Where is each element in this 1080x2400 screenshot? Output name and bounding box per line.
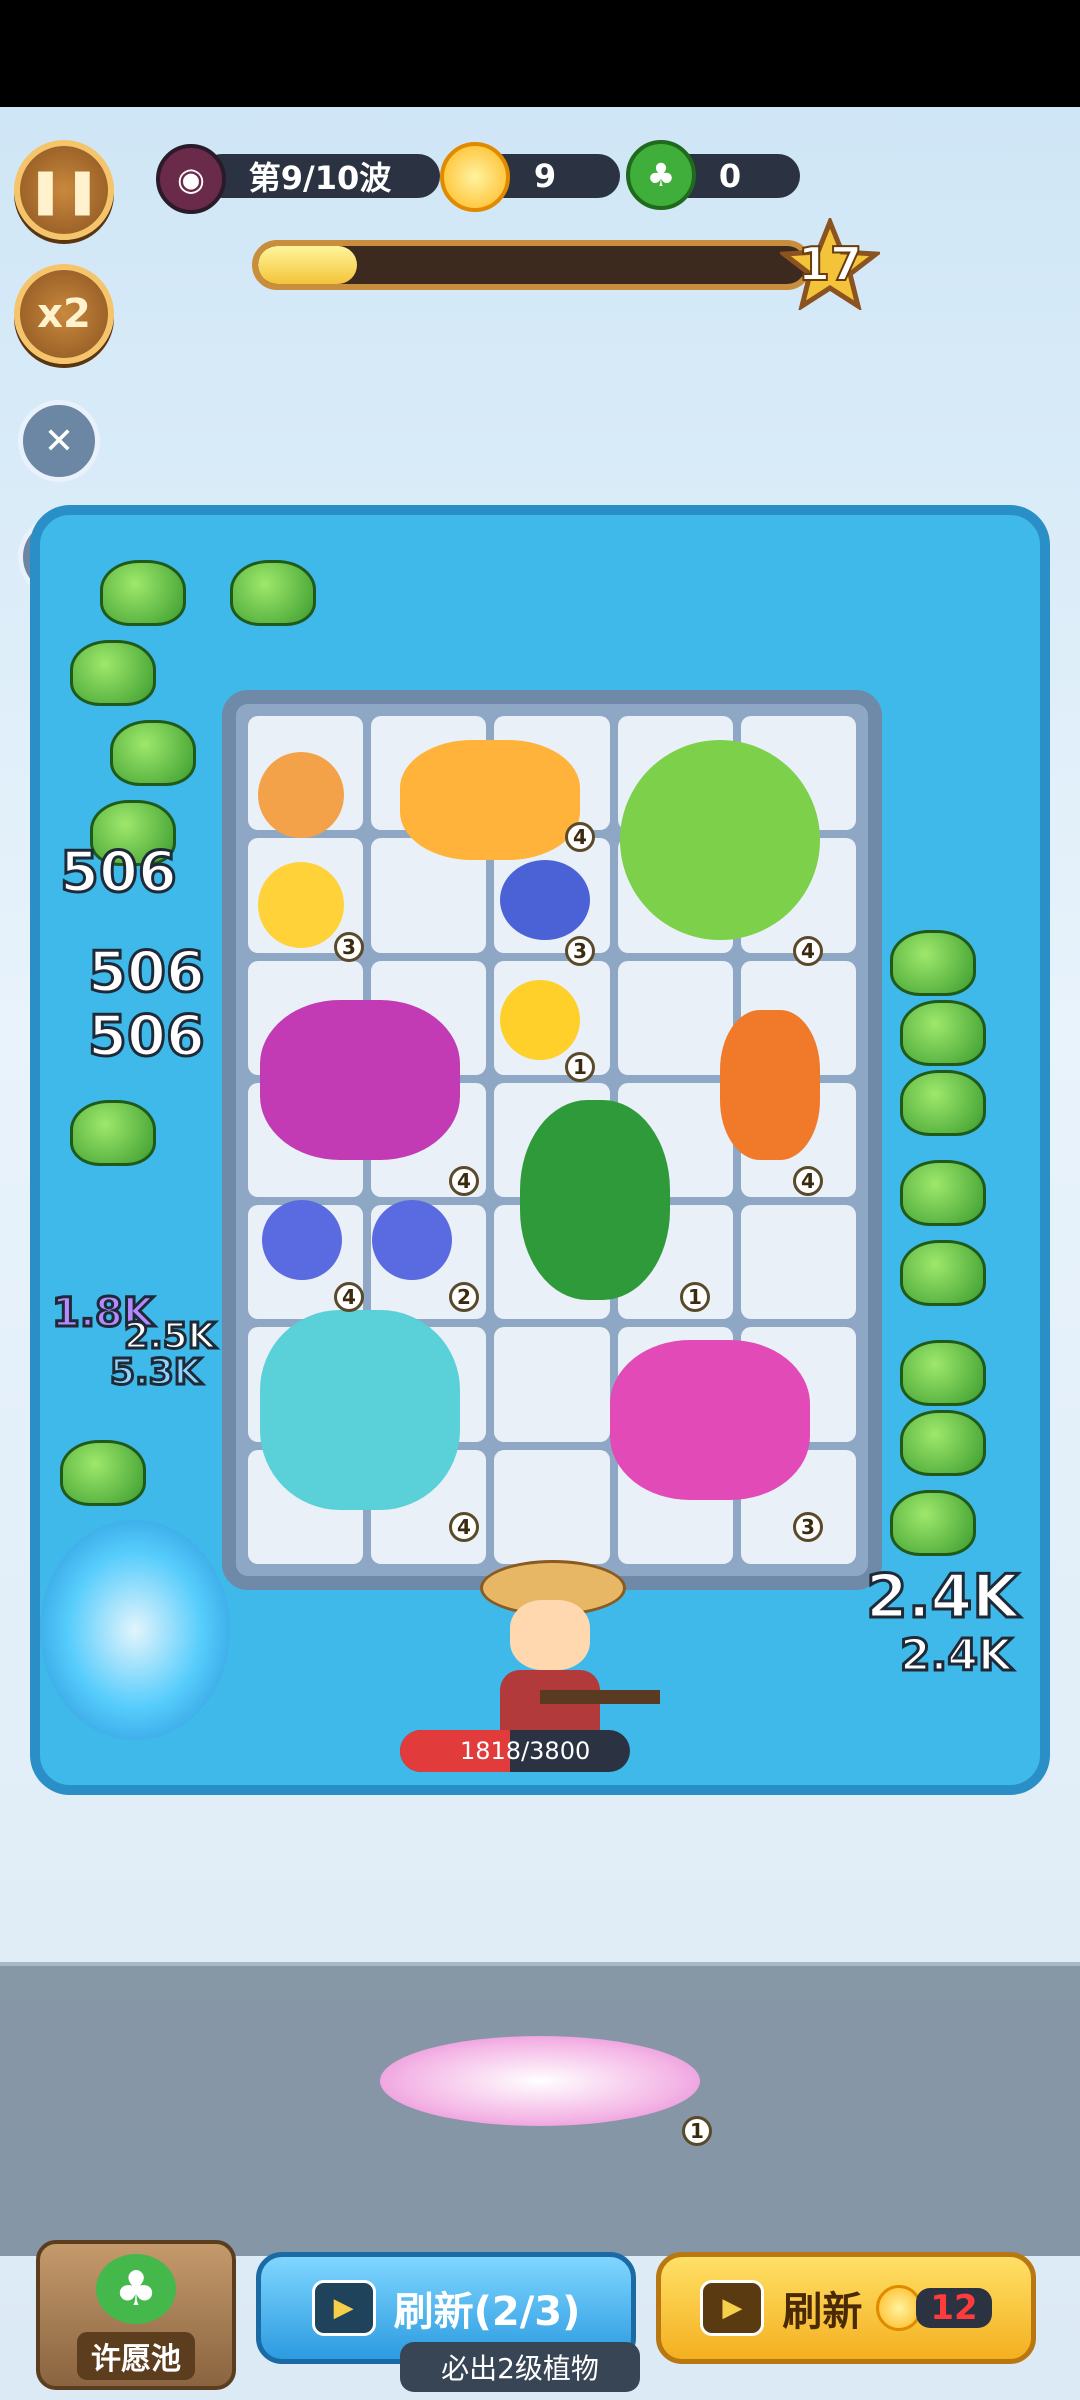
unit-level-badge: 3 (334, 932, 364, 962)
damage-number: 2.4K (898, 1629, 1013, 1683)
game-screen: ❚❚ x2 ✕ ▮▮▮ 第9/10波 ◉ 9 0 ♣ 17 (0, 0, 1080, 2400)
wave-progress-bar (252, 240, 812, 290)
unit-level-badge: 4 (449, 1166, 479, 1196)
bench-unit[interactable] (380, 2036, 700, 2126)
sun-icon (440, 142, 510, 212)
clover-count: 0 (718, 157, 742, 195)
play-video-icon: ▶ (700, 2280, 765, 2336)
slime-enemy (890, 1490, 976, 1556)
speed-button[interactable]: x2 (14, 264, 114, 364)
spawn-portal (40, 1520, 230, 1740)
slime-enemy (890, 930, 976, 996)
sun-count: 9 (533, 157, 557, 195)
unit-bench[interactable]: 1 (0, 1962, 1080, 2256)
wave-progress-fill (258, 246, 357, 284)
unit-level-badge: 2 (449, 1282, 479, 1312)
damage-number: 506 (87, 939, 207, 1007)
refresh-ad-label: 刷新(2/3) (393, 2289, 581, 2335)
slime-enemy (900, 1410, 986, 1476)
plant-unit[interactable] (500, 860, 590, 940)
refresh-cost-value: 12 (916, 2288, 992, 2328)
hero-hp-text: 1818/3800 (460, 1737, 591, 1765)
slime-enemy (230, 560, 316, 626)
clover-icon: ♣ (626, 140, 696, 210)
grid-cell[interactable] (494, 1327, 610, 1442)
slime-enemy (900, 1000, 986, 1066)
unit-level-badge: 4 (449, 1512, 479, 1542)
plant-unit[interactable] (258, 752, 344, 838)
slime-enemy (900, 1160, 986, 1226)
refresh-hint: 必出2级植物 (400, 2342, 640, 2392)
clover-icon: ♣ (96, 2254, 176, 2324)
grid-cell[interactable] (494, 1449, 610, 1564)
plant-unit[interactable] (260, 1000, 460, 1160)
unit-level-badge: 3 (793, 1512, 823, 1542)
grid-cell[interactable] (740, 1205, 856, 1320)
plant-unit[interactable] (720, 1010, 820, 1160)
refresh-paid-label: 刷新 (782, 2289, 863, 2335)
wave-counter: 第9/10波 (200, 154, 440, 198)
pause-icon: ❚❚ (27, 164, 101, 216)
grid-cell[interactable] (617, 960, 733, 1075)
heart-icon: ❤ (404, 1725, 442, 1777)
stage-level-star: 17 (780, 218, 880, 310)
unit-level-badge: 1 (682, 2116, 712, 2146)
stage-level: 17 (797, 236, 863, 292)
slime-enemy (100, 560, 186, 626)
unit-level-badge: 3 (565, 936, 595, 966)
unit-level-badge: 4 (793, 1166, 823, 1196)
wave-label: 第9/10波 (248, 159, 392, 197)
unit-level-badge: 1 (680, 1282, 710, 1312)
refresh-cost: 12 (876, 2285, 992, 2331)
plant-unit[interactable] (620, 740, 820, 940)
damage-number: 5.3K (109, 1351, 204, 1395)
slime-enemy (70, 1100, 156, 1166)
unit-level-badge: 4 (334, 1282, 364, 1312)
refresh-paid-button[interactable]: ▶ 刷新 12 (656, 2252, 1036, 2364)
shotgun (540, 1690, 660, 1704)
unit-level-badge: 4 (793, 936, 823, 966)
face (510, 1600, 590, 1670)
plant-unit[interactable] (258, 862, 344, 948)
wishing-pool-label: 许愿池 (77, 2332, 195, 2380)
slime-enemy (70, 640, 156, 706)
slime-enemy (110, 720, 196, 786)
unit-level-badge: 1 (565, 1052, 595, 1082)
unit-level-badge: 4 (565, 822, 595, 852)
slime-enemy (900, 1070, 986, 1136)
play-video-icon: ▶ (311, 2280, 376, 2336)
plant-unit[interactable] (262, 1200, 342, 1280)
book-icon: ✕ (43, 420, 75, 462)
speed-label: x2 (37, 291, 91, 337)
pause-button[interactable]: ❚❚ (14, 140, 114, 240)
plant-unit[interactable] (520, 1100, 670, 1300)
damage-number: 2.5K (123, 1315, 218, 1359)
codex-button[interactable]: ✕ (18, 400, 100, 482)
plant-unit[interactable] (260, 1310, 460, 1510)
plant-unit[interactable] (372, 1200, 452, 1280)
plant-unit[interactable] (500, 980, 580, 1060)
slime-enemy (60, 1440, 146, 1506)
status-bar-area (0, 0, 1080, 107)
plant-unit[interactable] (610, 1340, 810, 1500)
slime-enemy (900, 1340, 986, 1406)
damage-number: 506 (87, 1003, 207, 1071)
plant-unit[interactable] (400, 740, 580, 860)
damage-number: 506 (59, 839, 179, 907)
wishing-pool-button[interactable]: ♣ 许愿池 (36, 2240, 236, 2390)
damage-number: 2.4K (865, 1561, 1021, 1634)
boss-eye-icon: ◉ (156, 144, 226, 214)
slime-enemy (900, 1240, 986, 1306)
